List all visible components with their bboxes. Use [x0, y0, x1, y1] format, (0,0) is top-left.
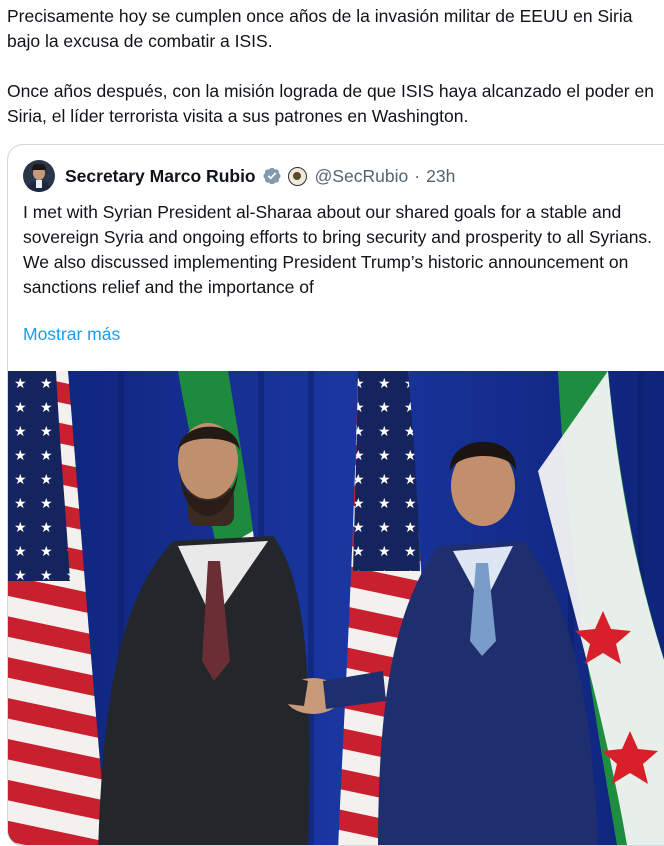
post-paragraph-2: Once años después, con la misión lograda… [7, 81, 654, 126]
show-more-link[interactable]: Mostrar más [23, 324, 120, 345]
quoted-post-card[interactable]: Secretary Marco Rubio @SecRubio · 23h I … [7, 144, 664, 846]
post-text: Precisamente hoy se cumplen once años de… [7, 4, 657, 129]
affiliation-seal-icon[interactable] [287, 166, 307, 186]
quoted-post-header: Secretary Marco Rubio @SecRubio · 23h [23, 160, 455, 192]
quoted-post-text: I met with Syrian President al-Sharaa ab… [23, 202, 653, 297]
author-handle[interactable]: @SecRubio [315, 166, 409, 187]
author-avatar[interactable] [23, 160, 55, 192]
post-paragraph-1: Precisamente hoy se cumplen once años de… [7, 6, 633, 51]
quoted-post-image[interactable]: ★ [8, 371, 664, 845]
separator-dot: · [414, 165, 421, 186]
author-name[interactable]: Secretary Marco Rubio [65, 166, 256, 187]
photo-illustration: ★ [8, 371, 664, 845]
verified-badge-icon[interactable] [262, 166, 282, 186]
timestamp[interactable]: 23h [426, 166, 455, 187]
